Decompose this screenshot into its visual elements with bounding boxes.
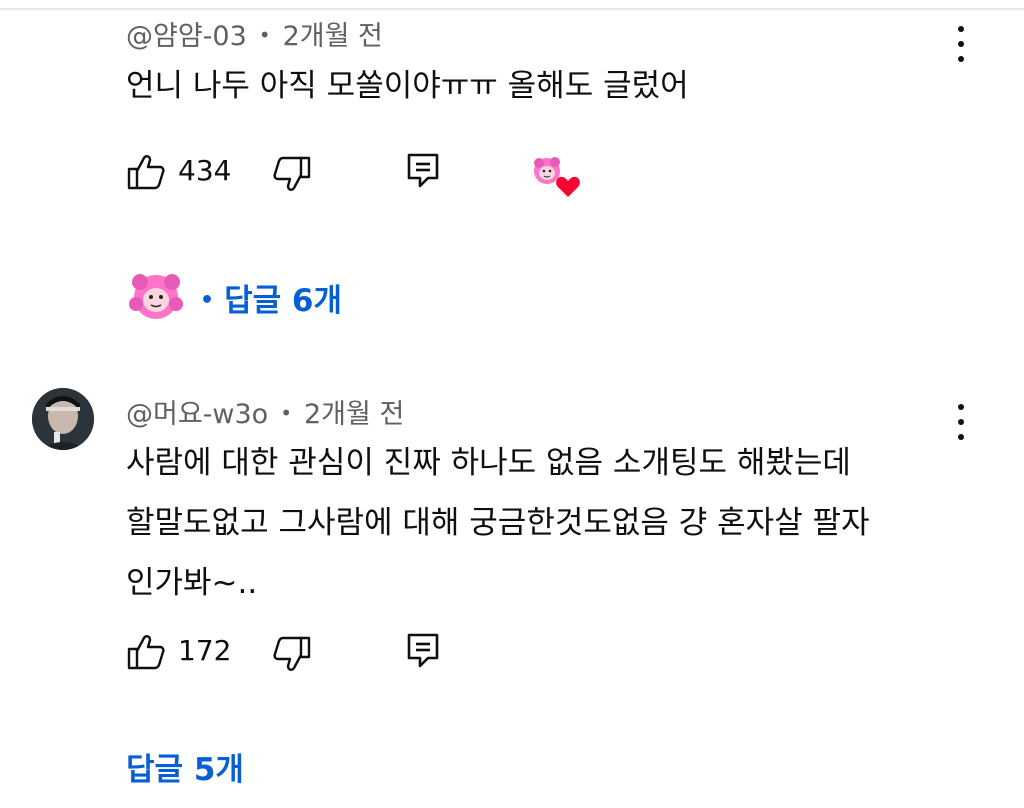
thumbs-down-icon[interactable] — [272, 154, 312, 194]
top-divider — [0, 8, 1024, 10]
comment-text: 언니 나두 아직 모쏠이야ㅠㅠ 올해도 글렀어 — [126, 68, 689, 104]
like-count: 172 — [178, 634, 232, 667]
view-replies-button[interactable]: • 답글 6개 — [200, 275, 342, 320]
replies-label: 답글 6개 — [224, 283, 342, 319]
comment-author[interactable]: @얌얌-03 — [126, 21, 247, 52]
creator-avatar-icon — [534, 157, 560, 184]
thumbs-up-icon[interactable] — [126, 632, 166, 672]
more-vertical-icon[interactable] — [957, 404, 965, 440]
comment-author[interactable]: @머요-w3o — [126, 399, 268, 430]
reply-comment-icon[interactable] — [406, 632, 440, 670]
avatar[interactable] — [32, 388, 94, 450]
replies-label: 답글 5개 — [126, 752, 244, 788]
thumbs-up-icon[interactable] — [126, 152, 166, 192]
comment-meta: @얌얌-03 • 2개월 전 — [126, 21, 383, 52]
comment-meta: @머요-w3o • 2개월 전 — [126, 399, 405, 430]
like-count: 434 — [178, 154, 232, 187]
reply-comment-icon[interactable] — [406, 152, 440, 190]
thumbs-down-icon[interactable] — [272, 634, 312, 674]
comment-text: 사람에 대한 관심이 진짜 하나도 없음 소개팅도 해봤는데 할말도없고 그사람… — [126, 445, 870, 601]
comment-time[interactable]: 2개월 전 — [283, 21, 383, 52]
view-replies-button[interactable]: 답글 5개 — [126, 744, 244, 789]
replier-avatar-icon — [128, 270, 184, 322]
heart-icon — [556, 176, 580, 197]
comment-time[interactable]: 2개월 전 — [304, 399, 404, 430]
more-vertical-icon[interactable] — [957, 26, 965, 62]
creator-heart[interactable] — [530, 154, 584, 200]
